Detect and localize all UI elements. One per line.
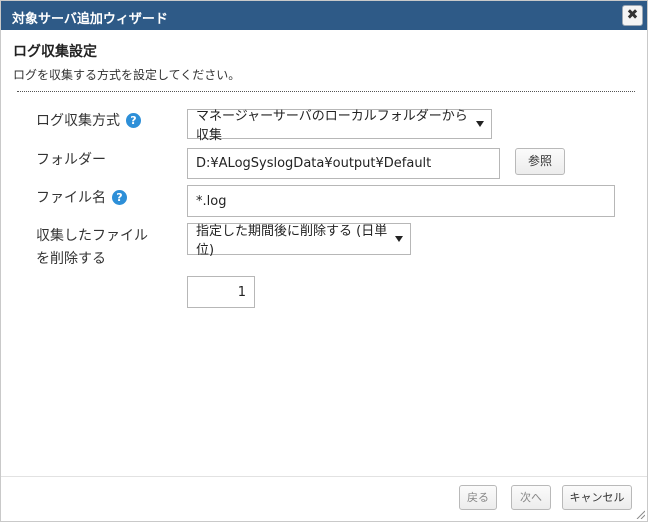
folder-label: フォルダー — [36, 152, 106, 168]
section-title: ログ収集設定 — [13, 44, 97, 60]
collection-method-value: マネージャーサーバのローカルフォルダーから収集 — [196, 109, 468, 143]
delete-policy-value: 指定した期間後に削除する (日単位) — [196, 224, 388, 258]
delete-collected-label-line1: 収集したファイル — [36, 228, 148, 244]
file-name-input[interactable]: *.log — [187, 185, 615, 217]
file-name-input-value: *.log — [196, 193, 227, 209]
titlebar: 対象サーバ追加ウィザード ✖ — [1, 1, 647, 30]
folder-input-value: D:¥ALogSyslogData¥output¥Default — [196, 156, 432, 171]
folder-input[interactable]: D:¥ALogSyslogData¥output¥Default — [187, 148, 500, 179]
days-input-value: 1 — [237, 284, 246, 300]
collection-method-select[interactable]: マネージャーサーバのローカルフォルダーから収集 — [187, 109, 492, 143]
cancel-button[interactable]: キャンセル — [562, 485, 632, 510]
help-icon[interactable]: ? — [126, 113, 141, 128]
next-button[interactable]: 次へ — [511, 485, 551, 510]
dialog-title: 対象サーバ追加ウィザード — [12, 12, 168, 27]
file-name-label: ファイル名? — [36, 187, 127, 207]
wizard-dialog: 対象サーバ追加ウィザード ✖ ログ収集設定 ログを収集する方式を設定してください… — [0, 0, 648, 522]
close-icon: ✖ — [626, 7, 639, 23]
resize-grip-icon[interactable] — [635, 509, 645, 519]
browse-button[interactable]: 参照 — [515, 148, 565, 175]
days-input[interactable]: 1 — [187, 276, 255, 308]
back-button[interactable]: 戻る — [459, 485, 497, 510]
footer-divider — [1, 476, 647, 477]
close-button[interactable]: ✖ — [622, 5, 643, 26]
collection-method-label-text: ログ収集方式 — [36, 113, 120, 129]
section-description: ログを収集する方式を設定してください。 — [13, 68, 241, 82]
help-icon[interactable]: ? — [112, 190, 127, 205]
delete-policy-select[interactable]: 指定した期間後に削除する (日単位) — [187, 223, 411, 258]
delete-collected-label-line2: を削除する — [36, 251, 106, 267]
file-name-label-text: ファイル名 — [36, 190, 106, 206]
collection-method-label: ログ収集方式? — [36, 110, 141, 130]
divider — [17, 91, 635, 92]
delete-collected-label: 収集したファイル を削除する — [36, 225, 148, 271]
